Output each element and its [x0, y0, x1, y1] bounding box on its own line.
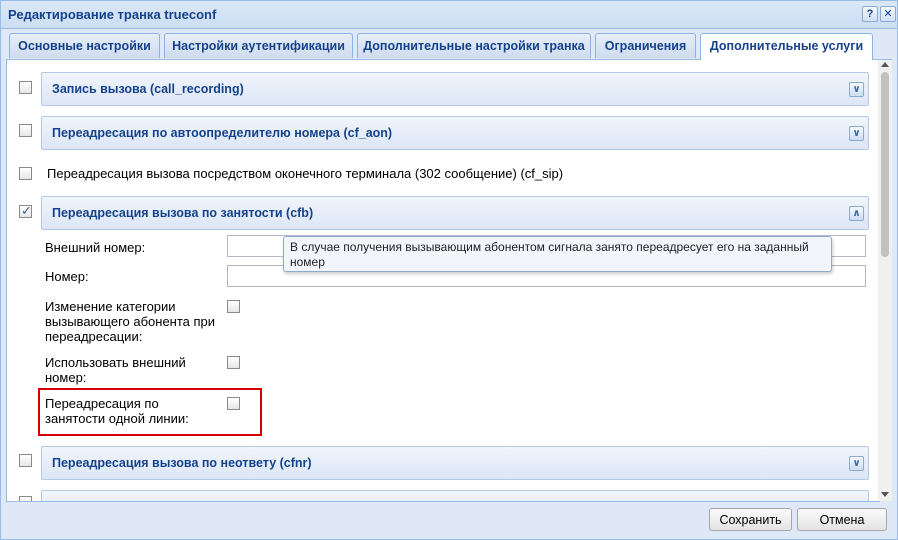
- scrollbar-thumb[interactable]: [881, 72, 889, 257]
- single-line-busy-label: Переадресация по занятости одной линии:: [45, 396, 189, 426]
- tab-authentication[interactable]: Настройки аутентификации: [164, 33, 353, 58]
- tab-restrictions[interactable]: Ограничения: [595, 33, 696, 58]
- double-chevron-down-icon[interactable]: ∨: [849, 126, 864, 141]
- window-title: Редактирование транка trueconf: [8, 7, 217, 22]
- cfb-header[interactable]: Переадресация вызова по занятости (cfb) …: [41, 196, 869, 230]
- cancel-button[interactable]: Отмена: [797, 508, 887, 531]
- change-category-label: Изменение категории вызывающего абонента…: [45, 299, 216, 344]
- use-external-number-checkbox[interactable]: [227, 356, 240, 369]
- next-section-checkbox[interactable]: [19, 496, 32, 501]
- call-recording-header[interactable]: Запись вызова (call_recording) ∨: [41, 72, 869, 106]
- external-number-label: Внешний номер:: [45, 240, 146, 255]
- help-icon[interactable]: ?: [862, 6, 878, 22]
- cf-aon-header[interactable]: Переадресация по автоопределителю номера…: [41, 116, 869, 150]
- close-icon[interactable]: ✕: [880, 6, 896, 22]
- tab-additional-services[interactable]: Дополнительные услуги: [700, 33, 873, 60]
- services-panel: Запись вызова (call_recording) ∨ Переадр…: [6, 60, 880, 502]
- cf-aon-title: Переадресация по автоопределителю номера…: [52, 126, 393, 140]
- cfb-checkbox[interactable]: ✓: [19, 203, 32, 218]
- save-button[interactable]: Сохранить: [709, 508, 792, 531]
- next-section-header[interactable]: [41, 490, 869, 501]
- call-recording-title: Запись вызова (call_recording): [52, 82, 244, 96]
- scroll-down-icon[interactable]: [881, 492, 889, 497]
- single-line-busy-checkbox[interactable]: [227, 397, 240, 410]
- call-recording-checkbox[interactable]: [19, 81, 32, 94]
- cf-aon-checkbox[interactable]: [19, 124, 32, 137]
- number-label: Номер:: [45, 269, 89, 284]
- double-chevron-up-icon[interactable]: ∧: [849, 206, 864, 221]
- checkmark-icon: ✓: [21, 203, 32, 218]
- double-chevron-down-icon[interactable]: ∨: [849, 82, 864, 97]
- trunk-edit-window: Редактирование транка trueconf ? ✕ Основ…: [0, 0, 898, 540]
- cfnr-title: Переадресация вызова по неответу (cfnr): [52, 456, 312, 470]
- tab-strip: Основные настройки Настройки аутентифика…: [6, 29, 892, 60]
- cfnr-header[interactable]: Переадресация вызова по неответу (cfnr) …: [41, 446, 869, 480]
- cf-sip-checkbox[interactable]: [19, 167, 32, 180]
- cfb-tooltip: В случае получения вызывающим абонентом …: [283, 236, 832, 272]
- change-category-checkbox[interactable]: [227, 300, 240, 313]
- double-chevron-down-icon[interactable]: ∨: [849, 456, 864, 471]
- window-titlebar: Редактирование транка trueconf ? ✕: [1, 1, 897, 29]
- vertical-scrollbar[interactable]: [878, 60, 892, 501]
- cfb-title: Переадресация вызова по занятости (cfb): [52, 206, 314, 220]
- cfnr-checkbox[interactable]: [19, 454, 32, 467]
- tab-basic-settings[interactable]: Основные настройки: [9, 33, 160, 58]
- scroll-up-icon[interactable]: [881, 62, 889, 67]
- cf-sip-label: Переадресация вызова посредством оконечн…: [47, 166, 564, 181]
- tab-advanced-trunk[interactable]: Дополнительные настройки транка: [357, 33, 591, 58]
- use-external-number-label: Использовать внешний номер:: [45, 355, 186, 385]
